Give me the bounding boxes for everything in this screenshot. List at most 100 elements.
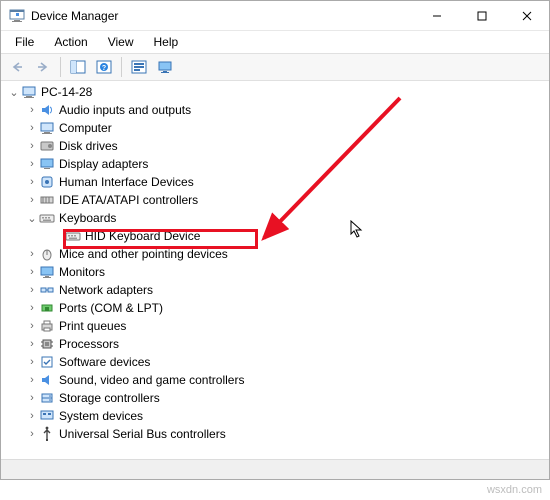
tree-category-label: Human Interface Devices: [59, 175, 194, 189]
watermark-text: wsxdn.com: [487, 484, 542, 496]
maximize-button[interactable]: [459, 1, 504, 30]
tree-root-node[interactable]: ⌄ PC-14-28: [3, 83, 549, 101]
tree-category-node[interactable]: ›Software devices: [3, 353, 549, 371]
chevron-down-icon[interactable]: ⌄: [25, 212, 39, 225]
toolbar-forward-button[interactable]: [31, 56, 55, 78]
window-controls: [414, 1, 549, 30]
audio-icon: [39, 102, 55, 118]
port-icon: [39, 300, 55, 316]
tree-category-node[interactable]: › Audio inputs and outputs: [3, 101, 549, 119]
tree-category-label: Disk drives: [59, 139, 118, 153]
monitor-icon: [39, 264, 55, 280]
toolbar-back-button[interactable]: [5, 56, 29, 78]
tree-category-node[interactable]: › Storage controllers: [3, 389, 549, 407]
chevron-right-icon[interactable]: ›: [25, 140, 39, 152]
close-button[interactable]: [504, 1, 549, 30]
device-tree[interactable]: ⌄ PC-14-28 › Audio inputs and outputs › Com…: [1, 81, 549, 459]
cpu-icon: [39, 336, 55, 352]
menubar: File Action View Help: [1, 31, 549, 53]
tree-root-label: PC-14-28: [41, 85, 92, 99]
keyboard-icon: [65, 228, 81, 244]
chevron-right-icon[interactable]: ›: [25, 392, 39, 404]
toolbar-divider: [60, 57, 61, 77]
tree-category-label: Computer: [59, 121, 112, 135]
device-manager-window: Device Manager File Action View Help: [0, 0, 550, 480]
tree-category-label: Storage controllers: [59, 391, 160, 405]
chevron-right-icon[interactable]: ›: [25, 248, 39, 260]
tree-device-node[interactable]: ›HID Keyboard Device: [3, 227, 549, 245]
statusbar: [1, 459, 549, 479]
tree-category-node[interactable]: › Network adapters: [3, 281, 549, 299]
window-title: Device Manager: [31, 9, 414, 23]
tree-category-label: Universal Serial Bus controllers: [59, 427, 226, 441]
tree-category-label: Mice and other pointing devices: [59, 247, 228, 261]
titlebar: Device Manager: [1, 1, 549, 31]
chevron-right-icon[interactable]: ›: [25, 104, 39, 116]
chevron-right-icon[interactable]: ›: [25, 284, 39, 296]
tree-category-label: Monitors: [59, 265, 105, 279]
chevron-right-icon[interactable]: ›: [25, 410, 39, 422]
tree-category-node[interactable]: › Print queues: [3, 317, 549, 335]
tree-category-node[interactable]: › Disk drives: [3, 137, 549, 155]
printer-icon: [39, 318, 55, 334]
chevron-right-icon[interactable]: ›: [25, 158, 39, 170]
toolbar-monitor-button[interactable]: [153, 56, 177, 78]
ide-icon: [39, 192, 55, 208]
toolbar-help-button[interactable]: ?: [92, 56, 116, 78]
tree-category-node[interactable]: › Human Interface Devices: [3, 173, 549, 191]
tree-device-label: HID Keyboard Device: [85, 229, 200, 243]
network-icon: [39, 282, 55, 298]
tree-category-node[interactable]: ⌄ Keyboards: [3, 209, 549, 227]
svg-text:?: ?: [102, 65, 106, 72]
tree-category-node[interactable]: › Display adapters: [3, 155, 549, 173]
storage-icon: [39, 390, 55, 406]
computer-icon: [21, 84, 37, 100]
menu-action[interactable]: Action: [44, 33, 97, 51]
chevron-right-icon[interactable]: ›: [25, 356, 39, 368]
chevron-right-icon[interactable]: ›: [25, 122, 39, 134]
toolbar-properties-button[interactable]: [127, 56, 151, 78]
tree-category-node[interactable]: › Monitors: [3, 263, 549, 281]
tree-category-label: Processors: [59, 337, 119, 351]
tree-category-label: Audio inputs and outputs: [59, 103, 191, 117]
tree-category-node[interactable]: › Computer: [3, 119, 549, 137]
tree-category-node[interactable]: › Ports (COM & LPT): [3, 299, 549, 317]
menu-file[interactable]: File: [5, 33, 44, 51]
tree-category-node[interactable]: ›System devices: [3, 407, 549, 425]
tree-category-label: Print queues: [59, 319, 126, 333]
tree-category-label: Keyboards: [59, 211, 116, 225]
chevron-right-icon[interactable]: ›: [25, 374, 39, 386]
computer-icon: [39, 120, 55, 136]
toolbar-panel-button[interactable]: [66, 56, 90, 78]
tree-category-label: IDE ATA/ATAPI controllers: [59, 193, 198, 207]
display-icon: [39, 156, 55, 172]
chevron-right-icon[interactable]: ›: [25, 176, 39, 188]
tree-category-label: Ports (COM & LPT): [59, 301, 163, 315]
tree-category-node[interactable]: › Mice and other pointing devices: [3, 245, 549, 263]
chevron-down-icon[interactable]: ⌄: [7, 86, 21, 99]
toolbar-divider: [121, 57, 122, 77]
menu-view[interactable]: View: [98, 33, 144, 51]
menu-help[interactable]: Help: [144, 33, 189, 51]
tree-category-node[interactable]: › IDE ATA/ATAPI controllers: [3, 191, 549, 209]
software-icon: [39, 354, 55, 370]
minimize-button[interactable]: [414, 1, 459, 30]
chevron-right-icon[interactable]: ›: [25, 266, 39, 278]
tree-category-label: Network adapters: [59, 283, 153, 297]
system-icon: [39, 408, 55, 424]
disk-icon: [39, 138, 55, 154]
chevron-right-icon[interactable]: ›: [25, 428, 39, 440]
chevron-right-icon[interactable]: ›: [25, 338, 39, 350]
chevron-right-icon[interactable]: ›: [25, 194, 39, 206]
tree-category-label: Display adapters: [59, 157, 148, 171]
toolbar: ?: [1, 53, 549, 81]
chevron-right-icon[interactable]: ›: [25, 320, 39, 332]
tree-category-node[interactable]: › Sound, video and game controllers: [3, 371, 549, 389]
usb-icon: [39, 426, 55, 442]
chevron-right-icon[interactable]: ›: [25, 302, 39, 314]
tree-category-node[interactable]: › Universal Serial Bus controllers: [3, 425, 549, 443]
tree-category-node[interactable]: › Processors: [3, 335, 549, 353]
app-icon: [9, 8, 25, 24]
sound-icon: [39, 372, 55, 388]
tree-category-label: Sound, video and game controllers: [59, 373, 244, 387]
